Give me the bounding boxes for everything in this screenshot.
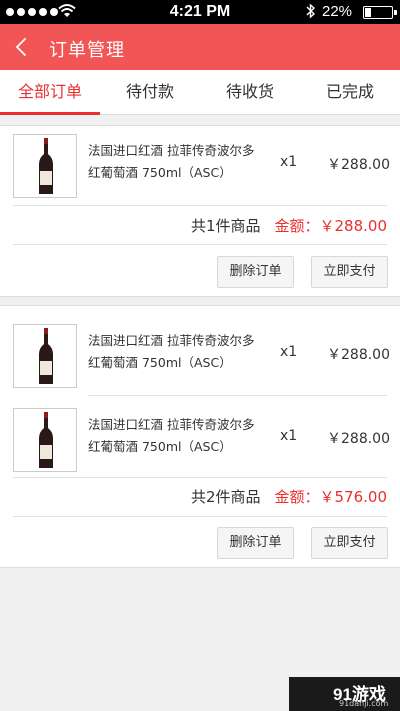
order-card: 法国进口红酒 拉菲传奇波尔多 红葡萄酒 750ml（ASC） x1 ￥288.0… bbox=[0, 125, 400, 297]
product-name-line2: 红葡萄酒 750ml（ASC） bbox=[88, 165, 232, 180]
product-name: 法国进口红酒 拉菲传奇波尔多 红葡萄酒 750ml（ASC） bbox=[88, 330, 268, 374]
item-count: 共2件商品 bbox=[190, 488, 261, 506]
battery-icon bbox=[363, 6, 393, 19]
divider bbox=[13, 516, 387, 517]
battery-percent: 22% bbox=[322, 3, 353, 20]
wine-bottle-icon bbox=[39, 328, 53, 384]
product-quantity: x1 bbox=[280, 428, 298, 444]
amount-label: 金额： bbox=[274, 488, 320, 506]
product-name: 法国进口红酒 拉菲传奇波尔多 红葡萄酒 750ml（ASC） bbox=[88, 140, 268, 184]
order-amount: ￥576.00 bbox=[319, 488, 388, 506]
watermark-site: 91danji.com bbox=[339, 699, 389, 708]
battery-tip bbox=[394, 10, 397, 15]
product-price: ￥288.00 bbox=[327, 431, 390, 447]
status-bar: 4:21 PM 22% bbox=[0, 0, 400, 24]
product-image bbox=[13, 134, 77, 198]
tab-pending-payment[interactable]: 待付款 bbox=[100, 70, 200, 114]
wine-bottle-icon bbox=[39, 412, 53, 468]
order-summary: 共1件商品 金额：￥288.00 bbox=[191, 215, 387, 236]
divider bbox=[13, 205, 387, 206]
pay-now-button[interactable]: 立即支付 bbox=[311, 256, 388, 288]
product-name-line2: 红葡萄酒 750ml（ASC） bbox=[88, 439, 232, 454]
tab-pending-receipt[interactable]: 待收货 bbox=[200, 70, 300, 114]
product-name-line1: 法国进口红酒 拉菲传奇波尔多 bbox=[88, 143, 255, 158]
order-card: 法国进口红酒 拉菲传奇波尔多 红葡萄酒 750ml（ASC） x1 ￥288.0… bbox=[0, 305, 400, 568]
product-name: 法国进口红酒 拉菲传奇波尔多 红葡萄酒 750ml（ASC） bbox=[88, 414, 268, 458]
order-amount: ￥288.00 bbox=[319, 217, 388, 235]
product-name-line1: 法国进口红酒 拉菲传奇波尔多 bbox=[88, 417, 255, 432]
product-price: ￥288.00 bbox=[327, 347, 390, 363]
tab-completed[interactable]: 已完成 bbox=[300, 70, 400, 114]
header-bar: 订单管理 bbox=[0, 24, 400, 70]
product-image bbox=[13, 408, 77, 472]
product-quantity: x1 bbox=[280, 344, 298, 360]
page-title: 订单管理 bbox=[49, 40, 125, 61]
divider bbox=[13, 477, 387, 478]
bluetooth-icon bbox=[306, 3, 316, 19]
pay-now-button[interactable]: 立即支付 bbox=[311, 527, 388, 559]
item-count: 共1件商品 bbox=[190, 217, 261, 235]
product-price: ￥288.00 bbox=[327, 157, 390, 173]
divider bbox=[13, 244, 387, 245]
product-image bbox=[13, 324, 77, 388]
tab-all-orders[interactable]: 全部订单 bbox=[0, 70, 100, 115]
order-item[interactable]: 法国进口红酒 拉菲传奇波尔多 红葡萄酒 750ml（ASC） x1 ￥288.0… bbox=[0, 400, 400, 478]
order-item[interactable]: 法国进口红酒 拉菲传奇波尔多 红葡萄酒 750ml（ASC） x1 ￥288.0… bbox=[0, 316, 400, 394]
wine-bottle-icon bbox=[39, 138, 53, 194]
divider bbox=[88, 395, 387, 396]
product-name-line2: 红葡萄酒 750ml（ASC） bbox=[88, 355, 232, 370]
amount-label: 金额： bbox=[274, 217, 320, 235]
delete-order-button[interactable]: 删除订单 bbox=[217, 527, 294, 559]
order-tabs: 全部订单 待付款 待收货 已完成 bbox=[0, 70, 400, 115]
order-summary: 共2件商品 金额：￥576.00 bbox=[191, 486, 387, 507]
product-quantity: x1 bbox=[280, 154, 298, 170]
delete-order-button[interactable]: 删除订单 bbox=[217, 256, 294, 288]
watermark-logo: 91游戏 91danji.com bbox=[289, 677, 400, 711]
order-item[interactable]: 法国进口红酒 拉菲传奇波尔多 红葡萄酒 750ml（ASC） x1 ￥288.0… bbox=[0, 126, 400, 204]
back-arrow-icon[interactable] bbox=[10, 32, 36, 62]
product-name-line1: 法国进口红酒 拉菲传奇波尔多 bbox=[88, 333, 255, 348]
